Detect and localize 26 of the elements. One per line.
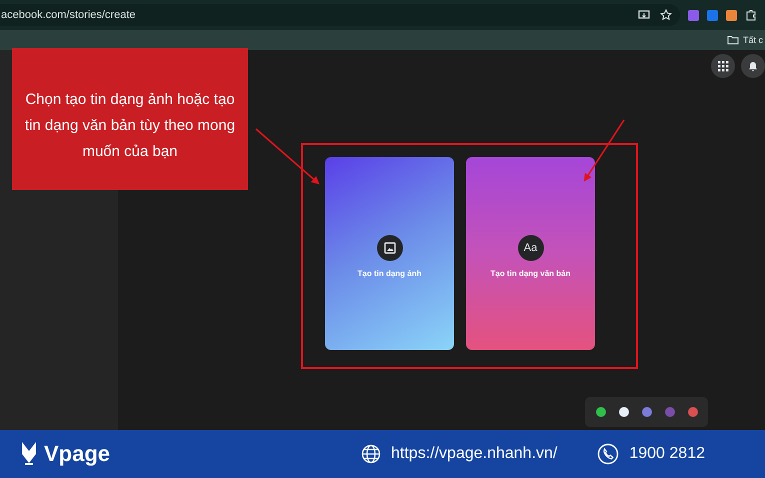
app-icon[interactable] bbox=[618, 407, 628, 417]
phone-icon bbox=[597, 443, 620, 465]
phone-number: 1900 2812 bbox=[629, 445, 705, 463]
bell-icon[interactable] bbox=[741, 54, 765, 78]
star-icon[interactable] bbox=[660, 9, 672, 21]
install-icon[interactable] bbox=[638, 9, 650, 21]
annotation-callout: Chọn tạo tin dạng ảnh hoặc tạo tin dạng văn bản tùy theo mong muốn của bạn bbox=[12, 48, 248, 190]
story-card[interactable]: Aa Tạo tin dạng văn bản bbox=[466, 157, 595, 350]
card-label: Tạo tin dạng ảnh bbox=[358, 269, 422, 278]
brand-name: Vpage bbox=[44, 441, 110, 467]
extension-icon[interactable] bbox=[688, 10, 699, 20]
arrow bbox=[584, 120, 625, 182]
folder-icon[interactable] bbox=[726, 34, 739, 46]
bookmark-folder[interactable]: Tất c bbox=[742, 35, 763, 45]
menu-grid-icon[interactable] bbox=[711, 54, 735, 78]
globe-icon bbox=[361, 444, 382, 464]
text-icon: Aa bbox=[518, 235, 544, 261]
website-link[interactable]: https://vpage.nhanh.vn/ bbox=[391, 445, 558, 463]
app-icon[interactable] bbox=[596, 407, 606, 417]
extension-icon[interactable] bbox=[726, 10, 737, 20]
arrow bbox=[255, 128, 320, 184]
address-bar[interactable]: acebook.com/stories/create bbox=[0, 4, 680, 26]
image-icon bbox=[376, 235, 402, 261]
puzzle-icon[interactable] bbox=[745, 9, 757, 21]
card-label: Tạo tin dạng văn bản bbox=[490, 269, 570, 278]
url-text: acebook.com/stories/create bbox=[1, 9, 137, 21]
